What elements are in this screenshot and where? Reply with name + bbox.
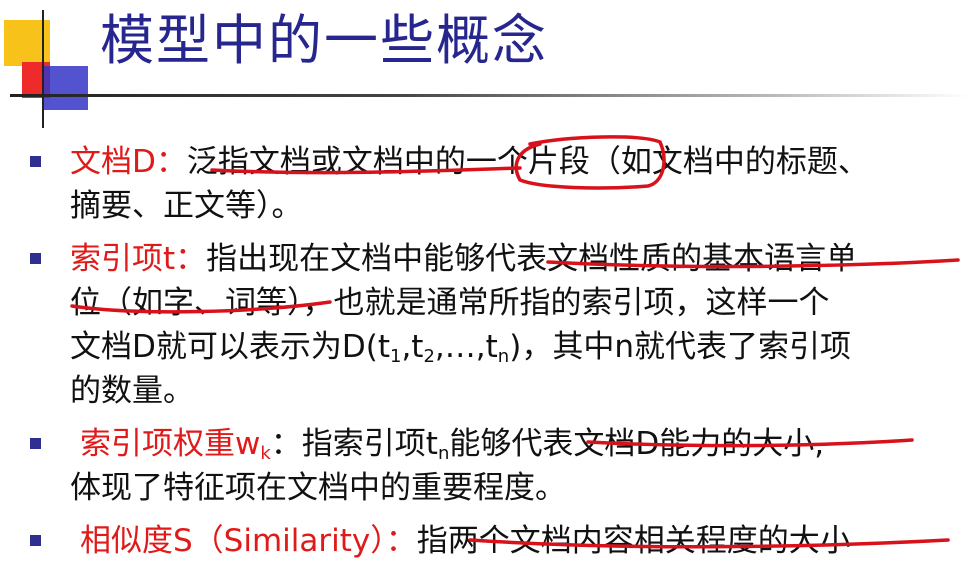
item-text: 泛指文档或文档中的一个片段（如文档中的标题、 <box>186 144 869 180</box>
item-text: ,t <box>401 329 424 365</box>
term-weight-colon: ： <box>270 426 302 462</box>
bullet-icon <box>30 253 41 264</box>
term-similarity: 相似度S（Similarity）： <box>80 523 417 559</box>
list-item-similarity: 相似度S（Similarity）：指两个文档内容相关程度的大小 <box>30 519 960 563</box>
item-text: )，其中n就代表了索引项 <box>509 329 851 365</box>
item-text: 摘要、正文等）。 <box>70 188 303 224</box>
concept-list: 文档D：泛指文档或文档中的一个片段（如文档中的标题、 摘要、正文等）。 索引项t… <box>30 140 960 572</box>
term-index-term: 索引项t： <box>70 241 207 277</box>
bullet-icon <box>30 156 41 167</box>
item-text: 能够代表文档D能力的大小, <box>449 426 825 462</box>
subscript: 2 <box>423 346 435 367</box>
bullet-icon <box>30 535 41 546</box>
subscript: k <box>260 443 271 464</box>
item-text: 指索引项t <box>301 426 438 462</box>
bullet-icon <box>30 438 41 449</box>
list-item-index-term: 索引项t：指出现在文档中能够代表文档性质的基本语言单 位（如字、词等），也就是通… <box>30 237 960 413</box>
deco-blue-square <box>44 66 88 110</box>
subscript: n <box>497 346 510 367</box>
item-text: 指两个文档内容相关程度的大小 <box>416 523 851 559</box>
item-text: 指出现在文档中能够代表文档性质的基本语言单 <box>206 241 858 277</box>
item-text: 位（如字、词等），也就是通常所指的索引项，这样一个 <box>70 285 830 321</box>
deco-title-rule <box>10 94 970 97</box>
item-text: ,…,t <box>434 329 498 365</box>
subscript: n <box>437 443 450 464</box>
subscript: 1 <box>390 346 402 367</box>
item-text: 的数量。 <box>70 373 194 409</box>
page-title: 模型中的一些概念 <box>100 9 548 72</box>
deco-vertical-rule <box>42 10 44 128</box>
list-item-document: 文档D：泛指文档或文档中的一个片段（如文档中的标题、 摘要、正文等）。 <box>30 140 960 228</box>
list-item-term-weight: 索引项权重wk：指索引项tn能够代表文档D能力的大小, 体现了特征项在文档中的重… <box>30 422 960 510</box>
item-text: 文档D就可以表示为D(t <box>70 329 390 365</box>
term-weight: 索引项权重wk： <box>70 426 302 464</box>
item-text: 体现了特征项在文档中的重要程度。 <box>70 470 566 506</box>
term-weight-text: 索引项权重w <box>80 426 261 462</box>
term-document: 文档D： <box>70 144 187 180</box>
